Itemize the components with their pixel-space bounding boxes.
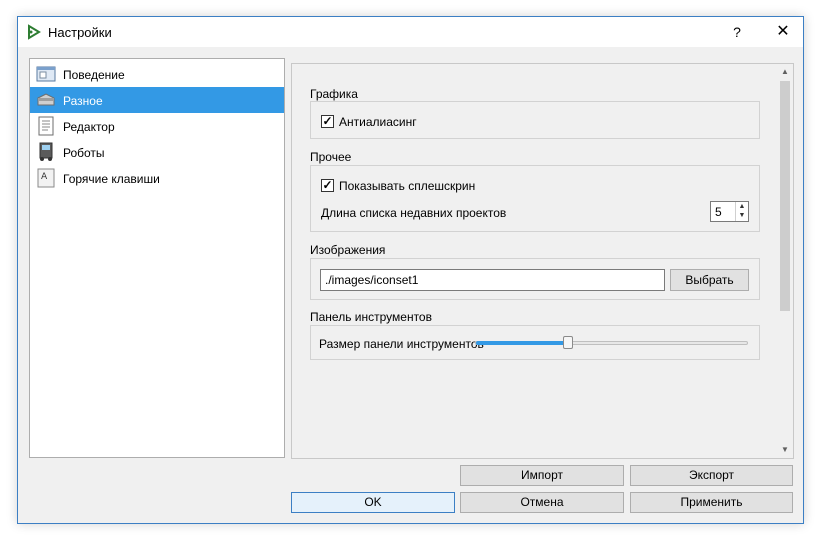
toolbar-section-title: Панель инструментов bbox=[310, 310, 432, 324]
antialiasing-checkbox[interactable]: ✓ bbox=[321, 115, 334, 128]
nav-item-editor[interactable]: Редактор bbox=[30, 113, 284, 139]
images-path-input[interactable]: ./images/iconset1 bbox=[320, 269, 665, 291]
recent-projects-value: 5 bbox=[715, 205, 722, 219]
content-scrollbar[interactable]: ▲ ▼ bbox=[778, 65, 792, 457]
graphics-group: ✓ Антиалиасинг bbox=[310, 101, 760, 139]
close-button[interactable]: ✕ bbox=[764, 17, 802, 47]
scrollbar-thumb[interactable] bbox=[780, 81, 790, 311]
cancel-button[interactable]: Отмена bbox=[460, 492, 624, 513]
hotkeys-icon: A bbox=[37, 168, 55, 188]
toolbar-size-slider[interactable] bbox=[475, 341, 748, 345]
apply-button[interactable]: Применить bbox=[630, 492, 793, 513]
title-bar: Настройки ? ✕ bbox=[18, 17, 803, 47]
recent-projects-spinbox[interactable]: 5 ▲ ▼ bbox=[710, 201, 749, 222]
window-title: Настройки bbox=[48, 25, 112, 40]
help-button[interactable]: ? bbox=[718, 17, 756, 47]
behavior-icon bbox=[36, 66, 56, 82]
nav-label-misc: Разное bbox=[63, 94, 103, 108]
scroll-up-icon[interactable]: ▲ bbox=[778, 65, 792, 79]
misc-icon bbox=[37, 93, 55, 106]
export-button[interactable]: Экспорт bbox=[630, 465, 793, 486]
editor-icon bbox=[38, 116, 54, 136]
nav-item-behavior[interactable]: Поведение bbox=[30, 61, 284, 87]
spin-buttons: ▲ ▼ bbox=[735, 202, 748, 221]
other-section-title: Прочее bbox=[310, 150, 352, 164]
nav-label-hotkeys: Горячие клавиши bbox=[63, 172, 160, 186]
nav-item-misc[interactable]: Разное bbox=[30, 87, 284, 113]
scroll-down-icon[interactable]: ▼ bbox=[778, 443, 792, 457]
antialiasing-label: Антиалиасинг bbox=[339, 115, 417, 129]
spin-down-icon[interactable]: ▼ bbox=[736, 211, 748, 220]
settings-window: Настройки ? ✕ Поведение Разное Редактор … bbox=[17, 16, 804, 524]
nav-item-robots[interactable]: Роботы bbox=[30, 139, 284, 165]
splash-label: Показывать сплешскрин bbox=[339, 179, 476, 193]
splash-checkbox[interactable]: ✓ bbox=[321, 179, 334, 192]
svg-text:A: A bbox=[41, 172, 48, 182]
graphics-section-title: Графика bbox=[310, 87, 358, 101]
nav-label-robots: Роботы bbox=[63, 146, 105, 160]
app-icon bbox=[28, 24, 41, 40]
spin-up-icon[interactable]: ▲ bbox=[736, 202, 748, 211]
images-section-title: Изображения bbox=[310, 243, 386, 257]
nav-label-editor: Редактор bbox=[63, 120, 115, 134]
toolbar-size-label: Размер панели инструментов bbox=[319, 337, 484, 351]
images-group: ./images/iconset1 Выбрать bbox=[310, 258, 760, 300]
recent-projects-label: Длина списка недавних проектов bbox=[321, 206, 507, 220]
settings-content-panel: Графика ✓ Антиалиасинг Прочее ✓ Показыва… bbox=[291, 63, 794, 459]
choose-button[interactable]: Выбрать bbox=[670, 269, 749, 291]
nav-item-hotkeys[interactable]: A Горячие клавиши bbox=[30, 165, 284, 191]
slider-fill bbox=[476, 341, 569, 345]
import-button[interactable]: Импорт bbox=[460, 465, 624, 486]
other-group: ✓ Показывать сплешскрин Длина списка нед… bbox=[310, 165, 760, 232]
robots-icon bbox=[39, 142, 53, 161]
ok-button[interactable]: OK bbox=[291, 492, 455, 513]
toolbar-group: Размер панели инструментов bbox=[310, 325, 760, 360]
nav-label-behavior: Поведение bbox=[63, 68, 125, 82]
settings-nav-list: Поведение Разное Редактор Роботы A Горяч… bbox=[29, 58, 285, 458]
slider-handle[interactable] bbox=[562, 336, 573, 349]
